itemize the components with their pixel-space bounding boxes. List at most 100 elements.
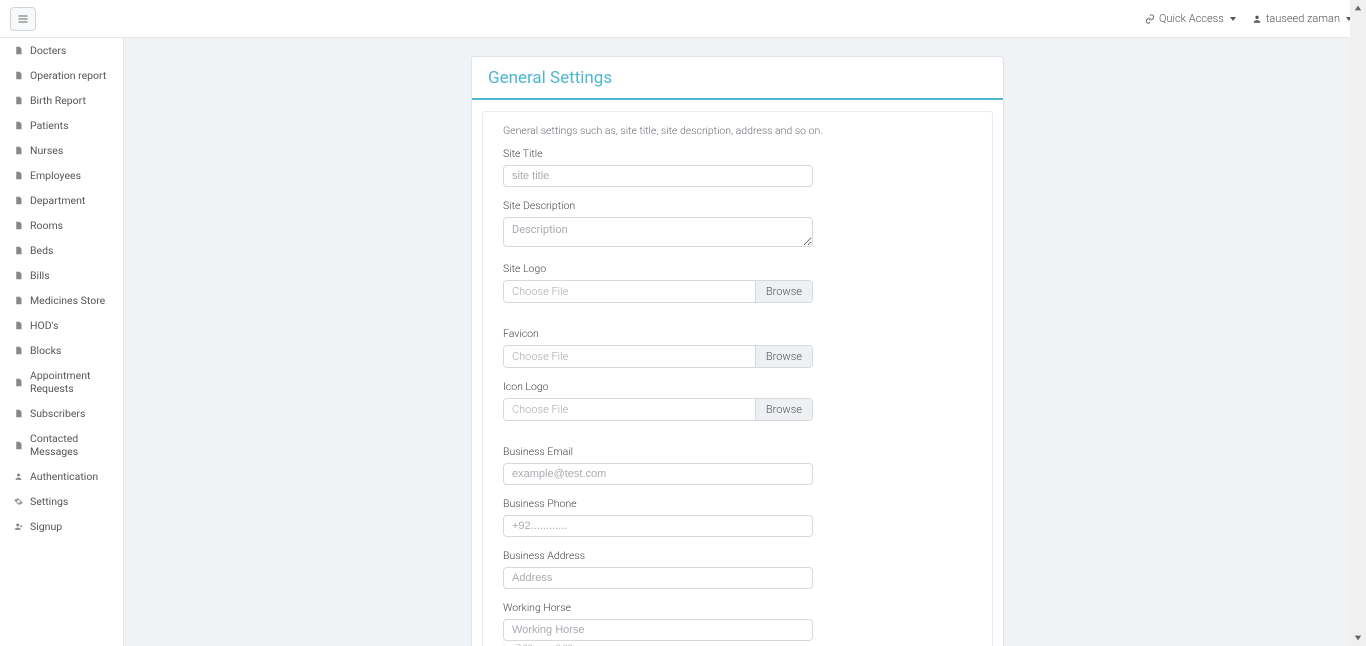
business-address-label: Business Address xyxy=(503,549,972,562)
file-icon xyxy=(14,378,23,387)
sidebar: Docters Operation report Birth Report Pa… xyxy=(0,38,124,646)
scroll-up-button[interactable] xyxy=(1350,0,1366,16)
chevron-down-icon xyxy=(1230,17,1236,21)
sidebar-item-label: Contacted Messages xyxy=(30,432,113,458)
sidebar-item-authentication[interactable]: Authentication xyxy=(0,464,123,489)
user-icon xyxy=(1252,14,1262,24)
business-email-input[interactable] xyxy=(503,463,813,485)
sidebar-item-label: Blocks xyxy=(30,344,61,357)
file-icon xyxy=(14,296,23,305)
sidebar-item-label: Signup xyxy=(30,520,62,533)
file-icon xyxy=(14,321,23,330)
sidebar-item-settings[interactable]: Settings xyxy=(0,489,123,514)
sidebar-item-birth-report[interactable]: Birth Report xyxy=(0,88,123,113)
file-icon xyxy=(14,146,23,155)
icon-logo-label: Icon Logo xyxy=(503,380,972,393)
file-icon xyxy=(14,346,23,355)
sidebar-item-beds[interactable]: Beds xyxy=(0,238,123,263)
favicon-label: Favicon xyxy=(503,327,972,340)
file-icon xyxy=(14,221,23,230)
business-address-input[interactable] xyxy=(503,567,813,589)
sidebar-item-label: Rooms xyxy=(30,219,63,232)
sidebar-item-employees[interactable]: Employees xyxy=(0,163,123,188)
sidebar-item-label: Nurses xyxy=(30,144,63,157)
working-horse-input[interactable] xyxy=(503,619,813,641)
topbar-right: Quick Access tauseed zaman xyxy=(1145,12,1352,25)
business-phone-input[interactable] xyxy=(503,515,813,537)
sidebar-item-label: Subscribers xyxy=(30,407,85,420)
sidebar-item-nurses[interactable]: Nurses xyxy=(0,138,123,163)
working-horse-label: Working Horse xyxy=(503,601,972,614)
browse-button[interactable]: Browse xyxy=(755,346,812,367)
file-icon xyxy=(14,171,23,180)
quick-access-label: Quick Access xyxy=(1159,12,1224,25)
file-icon xyxy=(14,409,23,418)
sidebar-item-blocks[interactable]: Blocks xyxy=(0,338,123,363)
site-description-input[interactable] xyxy=(503,217,813,247)
sidebar-item-bills[interactable]: Bills xyxy=(0,263,123,288)
gear-icon xyxy=(14,497,23,506)
sidebar-item-label: Birth Report xyxy=(30,94,86,107)
settings-card: General Settings General settings such a… xyxy=(471,56,1004,646)
sidebar-item-subscribers[interactable]: Subscribers xyxy=(0,401,123,426)
file-icon xyxy=(14,46,23,55)
sidebar-item-appointment-requests[interactable]: Appointment Requests xyxy=(0,363,123,401)
sidebar-item-department[interactable]: Department xyxy=(0,188,123,213)
sidebar-item-label: Employees xyxy=(30,169,81,182)
file-icon xyxy=(14,246,23,255)
business-email-label: Business Email xyxy=(503,445,972,458)
sidebar-item-signup[interactable]: Signup xyxy=(0,514,123,539)
sidebar-item-operation-report[interactable]: Operation report xyxy=(0,63,123,88)
username-label: tauseed zaman xyxy=(1266,12,1340,25)
file-placeholder: Choose File xyxy=(504,346,755,367)
browse-button[interactable]: Browse xyxy=(755,399,812,420)
sidebar-item-label: Authentication xyxy=(30,470,98,483)
file-icon xyxy=(14,441,23,450)
page-title: General Settings xyxy=(472,57,1003,100)
sidebar-item-docters[interactable]: Docters xyxy=(0,38,123,63)
site-title-input[interactable] xyxy=(503,165,813,187)
business-phone-label: Business Phone xyxy=(503,497,972,510)
sidebar-item-label: Department xyxy=(30,194,85,207)
file-placeholder: Choose File xyxy=(504,281,755,302)
sidebar-item-rooms[interactable]: Rooms xyxy=(0,213,123,238)
settings-description: General settings such as, site title, si… xyxy=(503,124,972,137)
site-title-label: Site Title xyxy=(503,147,972,160)
user-icon xyxy=(14,472,23,481)
link-icon xyxy=(1145,14,1155,24)
sidebar-item-label: Patients xyxy=(30,119,69,132)
file-icon xyxy=(14,196,23,205)
hamburger-icon xyxy=(17,13,29,25)
sidebar-item-hods[interactable]: HOD's xyxy=(0,313,123,338)
sidebar-item-contacted-messages[interactable]: Contacted Messages xyxy=(0,426,123,464)
main-content: General Settings General settings such a… xyxy=(124,38,1366,646)
sidebar-item-label: Operation report xyxy=(30,69,106,82)
sidebar-item-label: Bills xyxy=(30,269,50,282)
sidebar-item-label: Beds xyxy=(30,244,53,257)
browser-scrollbar[interactable] xyxy=(1350,0,1366,646)
favicon-file-input[interactable]: Choose File Browse xyxy=(503,345,813,368)
sidebar-item-label: Settings xyxy=(30,495,68,508)
user-menu-dropdown[interactable]: tauseed zaman xyxy=(1252,12,1352,25)
sidebar-item-label: Medicines Store xyxy=(30,294,105,307)
scroll-down-button[interactable] xyxy=(1350,630,1366,646)
sidebar-item-label: Docters xyxy=(30,44,66,57)
file-icon xyxy=(14,96,23,105)
site-description-label: Site Description xyxy=(503,199,972,212)
file-placeholder: Choose File xyxy=(504,399,755,420)
icon-logo-file-input[interactable]: Choose File Browse xyxy=(503,398,813,421)
sidebar-item-medicines-store[interactable]: Medicines Store xyxy=(0,288,123,313)
file-icon xyxy=(14,271,23,280)
sidebar-item-label: HOD's xyxy=(30,319,58,332)
user-plus-icon xyxy=(14,522,23,531)
sidebar-item-label: Appointment Requests xyxy=(30,369,113,395)
quick-access-dropdown[interactable]: Quick Access xyxy=(1145,12,1236,25)
file-icon xyxy=(14,121,23,130)
site-logo-label: Site Logo xyxy=(503,262,972,275)
sidebar-item-patients[interactable]: Patients xyxy=(0,113,123,138)
settings-panel: General settings such as, site title, si… xyxy=(482,111,993,646)
file-icon xyxy=(14,71,23,80)
site-logo-file-input[interactable]: Choose File Browse xyxy=(503,280,813,303)
browse-button[interactable]: Browse xyxy=(755,281,812,302)
menu-toggle-button[interactable] xyxy=(10,7,36,31)
